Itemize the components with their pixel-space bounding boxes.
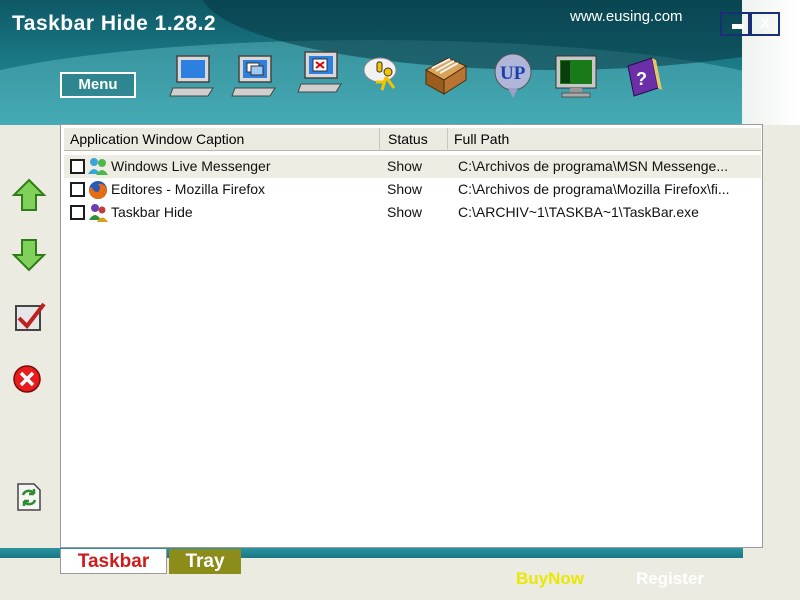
delete-icon[interactable]	[10, 360, 48, 398]
close-window-icon[interactable]	[296, 48, 346, 102]
tab-taskbar[interactable]: Taskbar	[60, 549, 167, 574]
update-icon[interactable]: UP	[488, 48, 538, 102]
minimize-button[interactable]	[720, 12, 750, 36]
buy-now-link[interactable]: BuyNow	[516, 569, 584, 589]
row-caption: Taskbar Hide	[111, 204, 193, 220]
firefox-icon	[87, 179, 109, 200]
app-title: Taskbar Hide 1.28.2	[12, 12, 217, 35]
tray-manager-icon[interactable]	[420, 48, 470, 102]
table-row[interactable]: Windows Live Messenger Show C:\Archivos …	[64, 155, 761, 178]
column-header-status[interactable]: Status	[380, 128, 448, 151]
check-icon[interactable]	[10, 298, 48, 336]
row-path: C:\ARCHIV~1\TASKBA~1\TaskBar.exe	[458, 204, 699, 220]
menu-button[interactable]: Menu	[60, 72, 136, 98]
table-row[interactable]: Editores - Mozilla Firefox Show C:\Archi…	[64, 178, 761, 201]
row-checkbox[interactable]	[70, 159, 85, 174]
taskbar-hide-icon	[87, 202, 109, 223]
svg-text:?: ?	[636, 69, 647, 89]
list-header: Application Window Caption Status Full P…	[64, 128, 761, 151]
move-down-icon[interactable]	[10, 236, 48, 274]
screen-settings-icon[interactable]	[552, 48, 602, 102]
row-path: C:\Archivos de programa\MSN Messenge...	[458, 158, 728, 174]
row-status: Show	[387, 204, 423, 220]
row-path: C:\Archivos de programa\Mozilla Firefox\…	[458, 181, 730, 197]
svg-text:UP: UP	[500, 63, 526, 84]
help-icon[interactable]: ?	[618, 48, 668, 102]
column-header-caption[interactable]: Application Window Caption	[64, 128, 380, 151]
row-caption: Editores - Mozilla Firefox	[111, 181, 266, 197]
messenger-app-icon	[87, 156, 109, 177]
tab-tray[interactable]: Tray	[169, 549, 241, 574]
window-list-panel: Application Window Caption Status Full P…	[60, 124, 763, 548]
table-row[interactable]: Taskbar Hide Show C:\ARCHIV~1\TASKBA~1\T…	[64, 201, 761, 224]
register-link[interactable]: Register	[636, 569, 704, 589]
row-status: Show	[387, 158, 423, 174]
hide-window-icon[interactable]	[230, 48, 280, 102]
row-checkbox[interactable]	[70, 205, 85, 220]
row-checkbox[interactable]	[70, 182, 85, 197]
refresh-icon[interactable]	[10, 478, 48, 516]
row-status: Show	[387, 181, 423, 197]
column-header-path[interactable]: Full Path	[448, 128, 761, 151]
website-link[interactable]: www.eusing.com	[570, 8, 683, 25]
move-up-icon[interactable]	[10, 176, 48, 214]
row-caption: Windows Live Messenger	[111, 158, 271, 174]
show-window-icon[interactable]	[168, 48, 218, 102]
messenger-icon[interactable]	[358, 48, 408, 102]
close-button[interactable]: X	[750, 12, 780, 36]
